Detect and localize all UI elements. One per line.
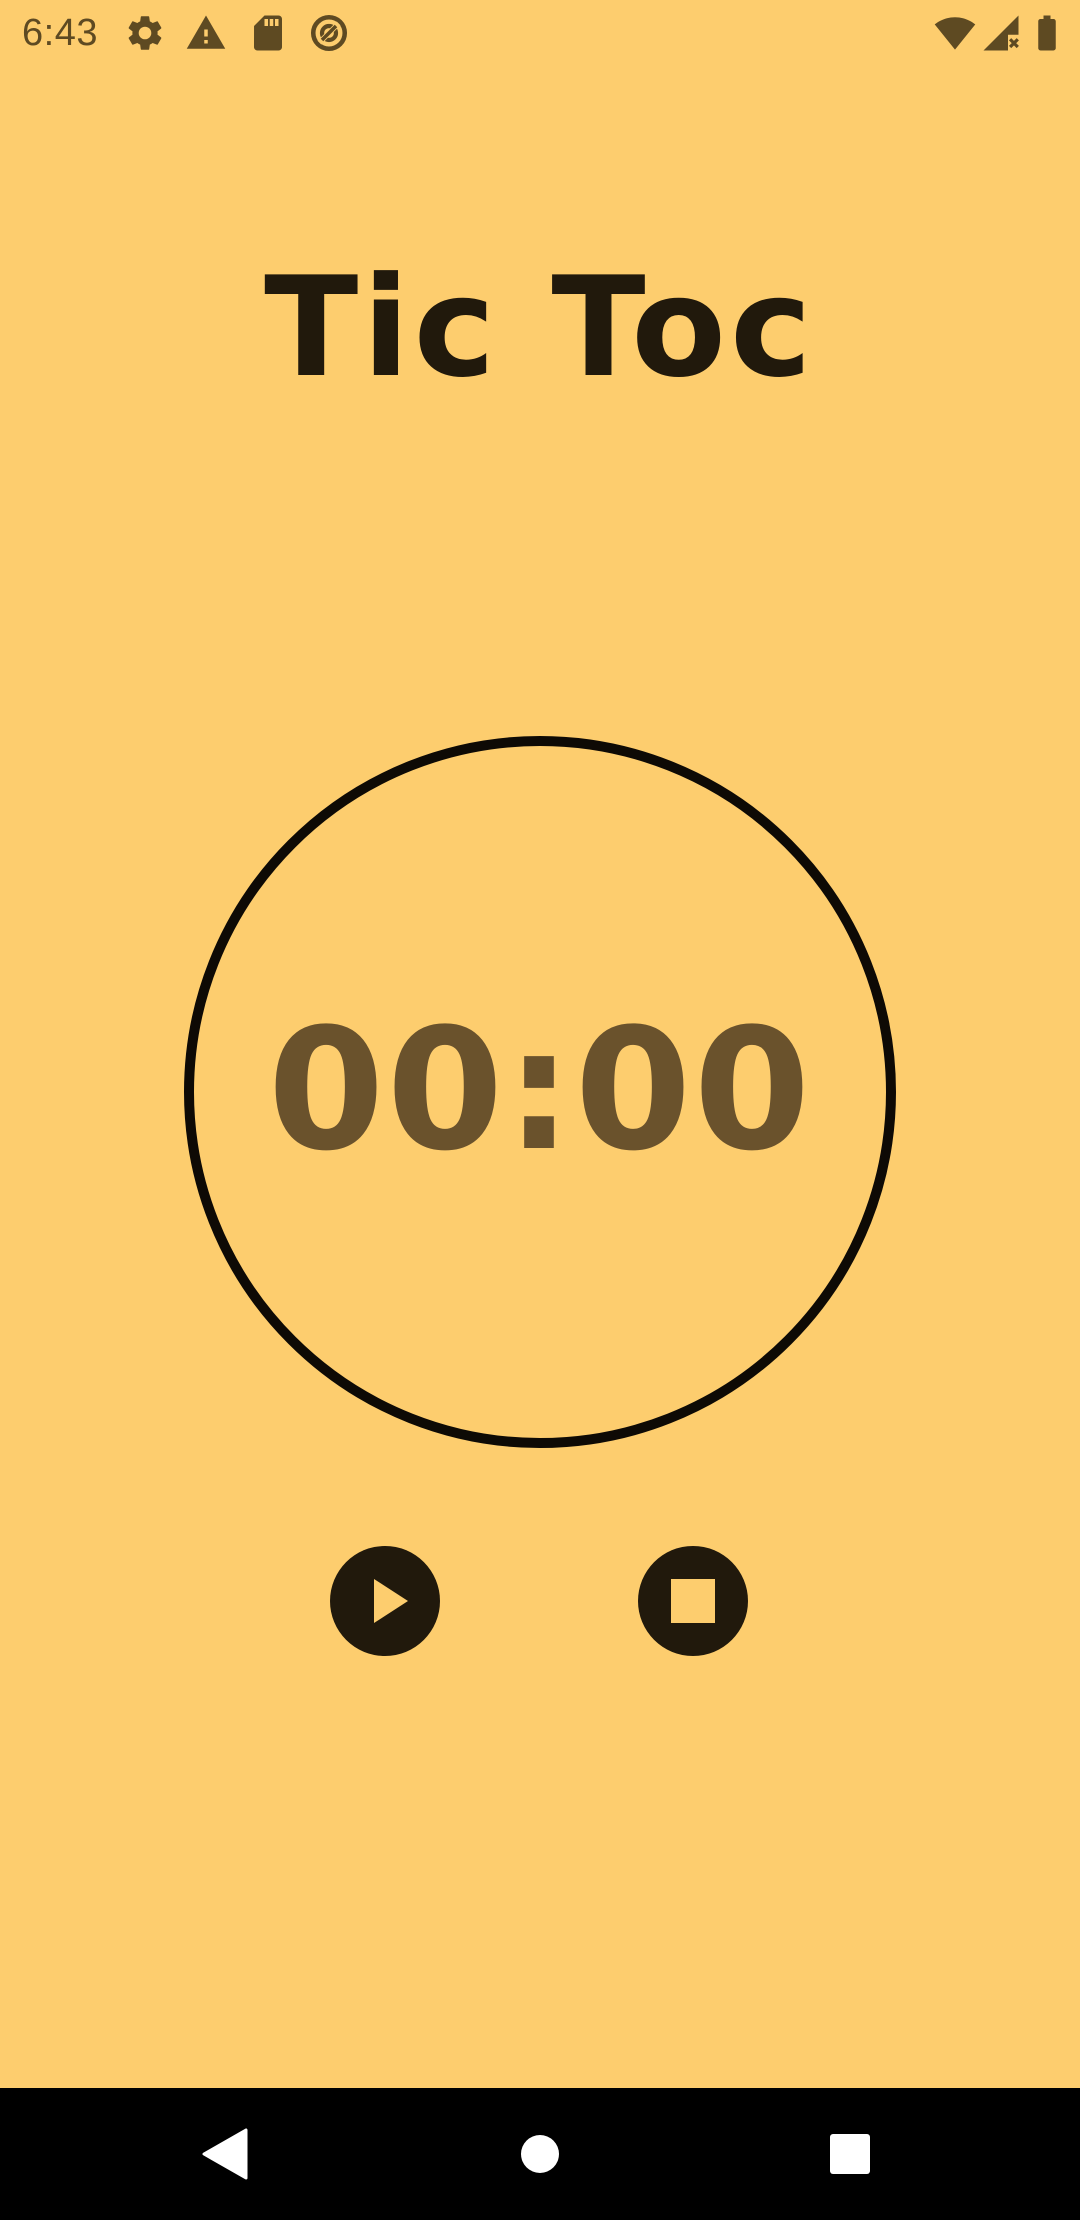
sd-card-icon xyxy=(247,12,289,54)
data-saver-icon xyxy=(308,12,350,54)
warning-icon xyxy=(185,12,227,54)
recents-icon xyxy=(830,2134,870,2174)
play-icon xyxy=(374,1579,408,1623)
navigation-bar xyxy=(0,2088,1080,2220)
back-button[interactable] xyxy=(186,2114,266,2194)
home-icon xyxy=(521,2135,559,2173)
recents-button[interactable] xyxy=(810,2114,890,2194)
app-title: Tic Toc xyxy=(264,247,816,408)
stop-button[interactable] xyxy=(638,1546,748,1656)
play-button[interactable] xyxy=(330,1546,440,1656)
gear-icon xyxy=(124,12,166,54)
timer-display: 00:00 xyxy=(267,992,813,1188)
stop-icon xyxy=(671,1579,715,1623)
app-screen: 6:43 Tic Toc 00:00 xyxy=(0,0,1080,2088)
back-icon xyxy=(202,2128,248,2180)
status-time: 6:43 xyxy=(22,12,98,54)
cell-signal-icon xyxy=(980,12,1022,54)
home-button[interactable] xyxy=(500,2114,580,2194)
battery-icon xyxy=(1026,12,1068,54)
wifi-icon xyxy=(934,12,976,54)
status-bar: 6:43 xyxy=(0,0,1080,66)
